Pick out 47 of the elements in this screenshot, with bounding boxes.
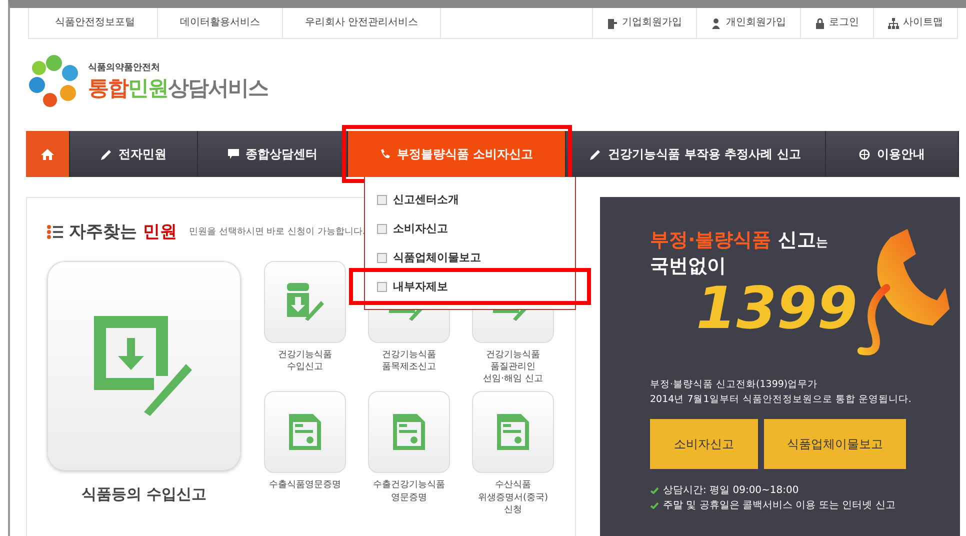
hotline-note: 주말 및 공휴일은 콜백서비스 이용 또는 인터넷 신고 [663, 499, 896, 514]
account-link[interactable]: 로그인 [800, 8, 873, 38]
account-link[interactable]: 사이트맵 [873, 8, 957, 38]
jar-pencil-icon [285, 283, 325, 321]
pencil-icon [100, 148, 112, 160]
document-icon [289, 414, 321, 450]
hotline-subheadline: 국번없이 [650, 254, 727, 279]
top-link[interactable]: 우리회사 안전관리서비스 [283, 8, 442, 38]
building-icon [607, 18, 618, 28]
document-icon [497, 414, 529, 450]
lock-icon [815, 18, 825, 28]
account-link[interactable]: 기업회원가입 [592, 8, 696, 38]
sitemap-icon [888, 18, 899, 28]
agency-name: 식품의약품안전처 [88, 62, 161, 74]
import-report-icon [94, 316, 194, 416]
featured-service[interactable]: 식품등의 수입신고 [47, 261, 241, 516]
hotline-note: 상담시간: 평일 09:00~18:00 [663, 484, 799, 498]
logo-icon [28, 55, 80, 107]
globe-icon [859, 148, 870, 160]
section-title: 자주찾는 민원 [69, 221, 177, 243]
account-link[interactable]: 개인회원가입 [696, 8, 800, 38]
speech-bubble-icon [228, 149, 238, 159]
menu-item[interactable]: 신고센터소개 [365, 185, 575, 214]
report-button[interactable]: 소비자신고 [650, 419, 758, 470]
service-tile[interactable]: 수출건강기능식품 영문증명 [367, 391, 451, 516]
section-hint: 민원을 선택하시면 바로 신청이 가능합니다. [188, 226, 366, 238]
service-tile[interactable]: 수출식품영문증명 [263, 391, 347, 516]
nav-tab[interactable]: 전자민원 [70, 131, 198, 177]
hotline-number: 1399 [696, 279, 858, 337]
home-icon [41, 148, 54, 160]
pencil-icon [590, 148, 602, 160]
document-icon [393, 414, 425, 450]
home-button[interactable] [26, 131, 70, 177]
menu-item[interactable]: 소비자신고 [365, 214, 575, 243]
top-link[interactable]: 데이터활용서비스 [158, 8, 283, 38]
hotline-description: 부정·불량식품 신고전화(1399)업무가 2014년 7월1일부터 식품안전정보원으로 통합 운영됩니다. [650, 378, 912, 408]
service-tile[interactable]: 건강기능식품 수입신고 [263, 261, 347, 386]
person-icon [711, 18, 722, 28]
site-title: 통합민원상담서비스 [88, 74, 268, 102]
top-link[interactable]: 식품안전정보포털 [29, 8, 158, 38]
service-tile[interactable]: 수산식품 위생증명서(중국) 신청 [471, 391, 555, 516]
list-icon [47, 224, 63, 238]
nav-tab[interactable]: 이용안내 [826, 131, 959, 177]
hotline-headline: 부정·불량식품 신고는 [650, 228, 829, 253]
menu-item[interactable]: 식품업체이물보고 [365, 243, 575, 272]
phone-icon [380, 149, 390, 159]
report-button[interactable]: 식품업체이물보고 [764, 419, 906, 470]
